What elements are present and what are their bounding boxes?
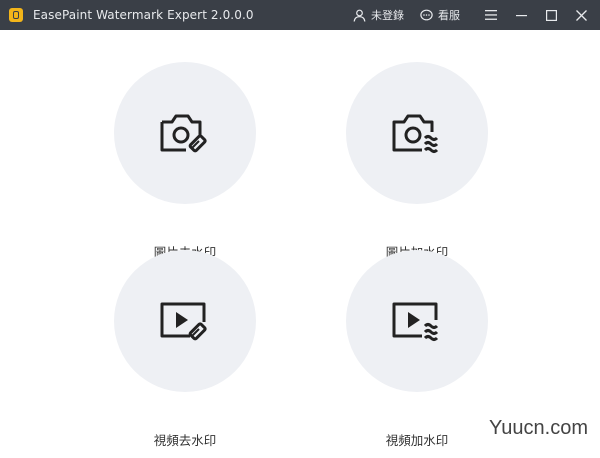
tile-label: 視頻加水印 (385, 433, 449, 448)
video-eraser-icon (160, 302, 207, 341)
tile-label: 視頻去水印 (153, 433, 217, 448)
minimize-button[interactable] (506, 0, 536, 30)
login-button[interactable]: 未登錄 (345, 0, 412, 30)
user-icon (353, 9, 366, 22)
photo-watermark-icon (392, 114, 439, 153)
title-bar: EasePaint Watermark Expert 2.0.0.0 未登錄 看… (0, 0, 600, 30)
maximize-icon (545, 9, 557, 21)
tile-circle (114, 62, 256, 204)
login-label: 未登錄 (371, 9, 404, 22)
photo-eraser-icon (160, 114, 207, 153)
title-bar-controls: 未登錄 看服 (345, 0, 600, 30)
tile-circle (346, 250, 488, 392)
maximize-button[interactable] (536, 0, 566, 30)
tile-photo-add-watermark[interactable]: 圖片加水印 (342, 62, 492, 260)
tile-video-remove-watermark[interactable]: 視頻去水印 (110, 250, 260, 448)
chat-bubble-icon (420, 9, 433, 20)
close-icon (575, 9, 587, 21)
tile-circle (114, 250, 256, 392)
site-watermark: Yuucn.com (489, 417, 588, 439)
main-panel: 圖片去水印 圖片加水印 (0, 30, 600, 458)
tile-circle (346, 62, 488, 204)
feedback-label: 看服 (438, 9, 460, 22)
app-logo-icon (9, 8, 23, 22)
close-button[interactable] (566, 0, 596, 30)
feedback-button[interactable]: 看服 (412, 0, 468, 30)
menu-button[interactable] (476, 0, 506, 30)
hamburger-menu-icon (485, 10, 497, 20)
tile-video-add-watermark[interactable]: 視頻加水印 (342, 250, 492, 448)
video-watermark-icon (392, 302, 439, 341)
tile-photo-remove-watermark[interactable]: 圖片去水印 (110, 62, 260, 260)
minimize-icon (515, 14, 527, 16)
window-title: EasePaint Watermark Expert 2.0.0.0 (33, 8, 254, 22)
